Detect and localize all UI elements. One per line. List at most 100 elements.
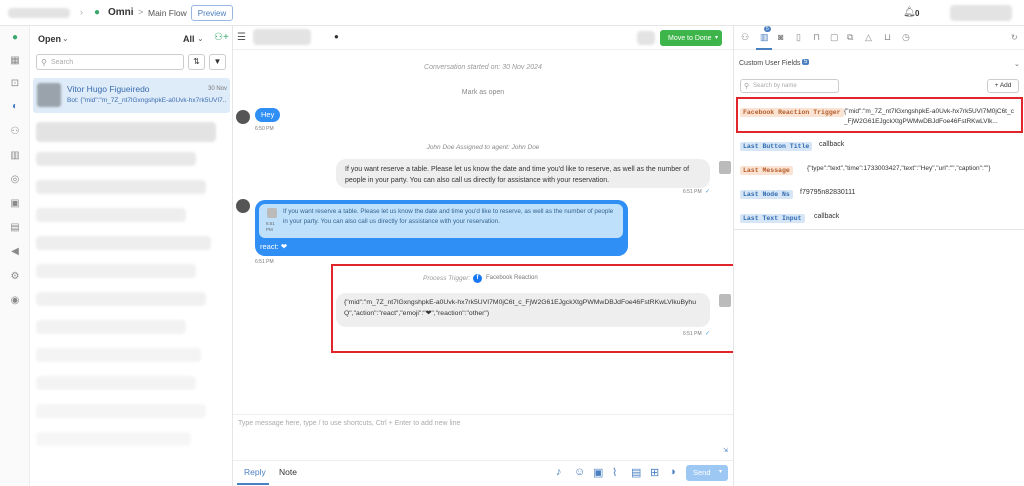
message-time: 6:51 PM [683, 189, 702, 195]
headset-icon[interactable]: ◐ [9, 101, 21, 113]
avatar [37, 83, 61, 107]
info-icon[interactable]: ● [334, 32, 339, 41]
add-field-button[interactable]: + Add [987, 79, 1019, 93]
breadcrumb-separator: > [138, 7, 144, 17]
filter-button[interactable]: ▼ [209, 54, 226, 70]
bag-icon[interactable]: ⊓ [813, 32, 820, 43]
send-label: Send [693, 468, 711, 477]
active-tab-underline [756, 48, 772, 50]
field-row[interactable]: Last Text Input callback [740, 213, 1020, 225]
quoted-text: If you want reserve a table. Please let … [283, 208, 614, 225]
help-icon[interactable]: ◉ [9, 295, 21, 307]
preview-button[interactable]: Preview [191, 5, 233, 21]
inbox-icon[interactable]: ⊡ [9, 78, 21, 90]
image-icon[interactable]: ▣ [593, 466, 603, 479]
conversation-list: Open ⌄ All ⌄ ⚇+ ⚲ Search ⇅ ▼ Vitor Hugo … [30, 26, 233, 486]
menu-icon[interactable]: ☰ [237, 32, 246, 43]
send-button[interactable]: Send ▾ [686, 465, 728, 481]
all-filter[interactable]: All [183, 34, 195, 44]
chevron-right-icon: › [80, 7, 83, 17]
microphone-icon[interactable]: ♪ [556, 466, 562, 478]
field-tag: Last Node Ns [740, 190, 793, 199]
search-icon: ⚲ [41, 58, 47, 67]
workspace-name[interactable]: Omni [108, 7, 134, 18]
field-tag: Last Text Input [740, 214, 805, 223]
field-row[interactable]: Last Message {"type":"text","time":17330… [740, 165, 1020, 177]
left-nav: ● ▦ ⊡ ◐ ⚇ ▥ ◎ ▣ ▤ ◀ ⚙ ◉ [0, 26, 30, 486]
account-name-blurred[interactable] [8, 8, 70, 18]
reply-tab[interactable]: Reply [244, 467, 266, 477]
search-input[interactable]: ⚲ Search [36, 54, 184, 70]
bot-avatar-icon [267, 208, 277, 218]
sticker-icon[interactable]: ◑ [669, 466, 676, 478]
chevron-down-icon[interactable]: ▾ [715, 34, 718, 41]
field-row[interactable]: Last Node Ns f79795n82830111 [740, 189, 1020, 201]
last-message-preview: Bot: {"mid":"m_7Z_nt7lGxngshpkE-a0Uvk-hx… [67, 97, 227, 104]
move-to-done-button[interactable]: Move to Done [660, 30, 722, 46]
chat-header: ☰ ● Move to Done ▾ [233, 26, 733, 50]
clock-icon[interactable]: ◷ [902, 32, 910, 43]
field-value: callback [814, 213, 840, 220]
dashboard-icon[interactable]: ▦ [9, 55, 21, 67]
notes-icon[interactable]: ▯ [796, 32, 801, 43]
field-value: {"type":"text","time":1733003427,"text":… [807, 165, 991, 172]
note-tab[interactable]: Note [279, 467, 297, 477]
search-placeholder: Search [51, 59, 74, 66]
flow-name[interactable]: Main Flow [148, 8, 187, 18]
highlight-box-trigger [331, 264, 737, 353]
sort-button[interactable]: ⇅ [188, 54, 205, 70]
document-icon[interactable]: ▤ [631, 466, 641, 479]
settings-icon[interactable]: ⚙ [9, 271, 21, 283]
divider [734, 229, 1024, 230]
chat-panel: ☰ ● Move to Done ▾ Conversation started … [233, 26, 737, 486]
field-search-input[interactable]: ⚲ Search by name [740, 79, 839, 93]
conversation-item-active[interactable]: Vitor Hugo Figueiredo 30 Nov Bot: {"mid"… [33, 78, 230, 113]
assigned-note: John Doe Assigned to agent: John Doe [426, 144, 540, 151]
field-row[interactable]: Last Button Title callback [740, 141, 1020, 153]
contact-details-panel: ⚇ ▥ 5 ◙ ▯ ⊓ ▢ ⧉ △ ⊔ ◷ ↻ Custom User Fiel… [733, 26, 1024, 486]
image-icon[interactable]: ▣ [9, 198, 21, 210]
chat-icon[interactable]: ● [9, 32, 21, 44]
refresh-icon[interactable]: ↻ [1011, 33, 1018, 42]
top-bar: › ● Omni > Main Flow Preview 🔔︎ 0 [0, 0, 1024, 26]
message-time: 6:50 PM [255, 126, 274, 132]
panel-tabs: ⚇ ▥ 5 ◙ ▯ ⊓ ▢ ⧉ △ ⊔ ◷ ↻ [734, 26, 1024, 50]
omni-chat-icon: ● [94, 7, 101, 18]
chevron-down-icon[interactable]: ⌄ [1014, 60, 1020, 68]
field-tag: Last Message [740, 166, 793, 175]
section-title: Custom User Fields [739, 60, 801, 67]
globe-icon[interactable]: ◎ [9, 174, 21, 186]
customer-avatar [236, 110, 250, 124]
status-filter[interactable]: Open [38, 34, 61, 44]
chevron-down-icon[interactable]: ⌄ [197, 34, 204, 43]
bell-icon[interactable]: △ [865, 32, 872, 43]
user-profile-blurred[interactable] [950, 5, 1012, 21]
add-contact-icon[interactable]: ⚇+ [214, 32, 229, 43]
book-icon[interactable]: ▥ [9, 150, 21, 162]
user-icon[interactable]: ⚇ [741, 32, 749, 43]
composer[interactable]: Type message here, type / to use shortcu… [233, 414, 733, 460]
cart-icon[interactable]: ⊔ [884, 32, 891, 43]
user-icon[interactable]: ⚇ [9, 126, 21, 138]
fields-icon[interactable]: ▥ [760, 32, 769, 43]
flow-icon[interactable]: ⊞ [650, 466, 659, 479]
tag-icon[interactable]: ◙ [778, 32, 783, 42]
archive-icon[interactable]: ▤ [9, 222, 21, 234]
bell-icon[interactable]: 🔔︎ [903, 7, 916, 18]
expand-icon[interactable]: ⇲ [723, 447, 728, 454]
blurred-conversations [36, 118, 226, 483]
chevron-down-icon[interactable]: ⌄ [62, 34, 69, 43]
mark-as-open[interactable]: Mark as open [233, 89, 733, 96]
field-value: callback [819, 141, 845, 148]
message-input-placeholder: Type message here, type / to use shortcu… [238, 420, 461, 427]
field-value: f79795n82830111 [800, 189, 856, 196]
contact-name: Vitor Hugo Figueiredo [67, 84, 150, 94]
megaphone-icon[interactable]: ◀ [9, 246, 21, 258]
react-text: react: ❤ [260, 242, 288, 251]
attachment-icon[interactable]: ⌇ [612, 466, 617, 479]
clipboard-icon[interactable]: ▢ [830, 32, 839, 43]
copy-icon[interactable]: ⧉ [847, 32, 853, 43]
emoji-icon[interactable]: ☺ [574, 466, 585, 478]
move-to-done-label: Move to Done [668, 34, 712, 42]
chevron-down-icon[interactable]: ▾ [719, 468, 722, 475]
